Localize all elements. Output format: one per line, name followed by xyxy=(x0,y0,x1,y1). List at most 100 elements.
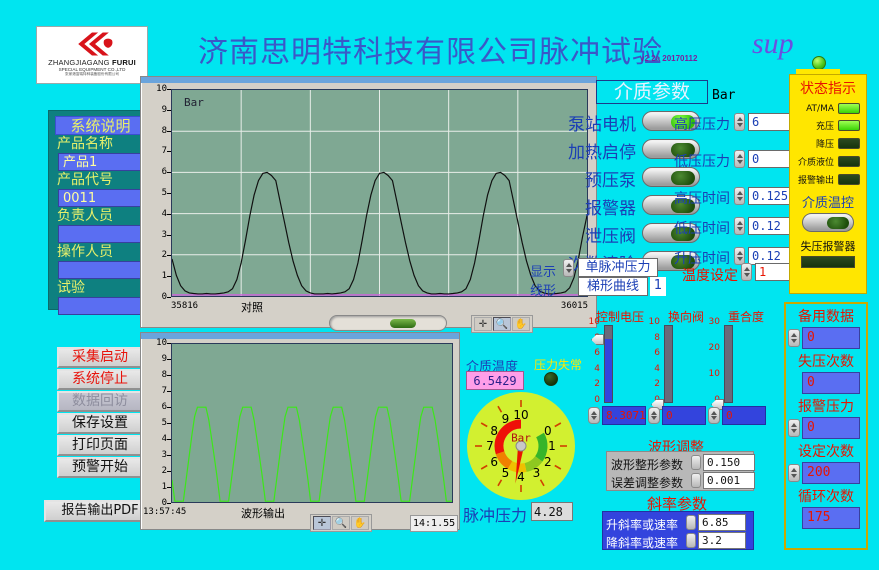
display-mode-label: 显示 xyxy=(530,265,557,280)
start-prealarm-button[interactable]: 预警开始 xyxy=(57,457,143,478)
top-chart-scrollbar[interactable] xyxy=(329,315,447,331)
error-adjust-param-spinner[interactable] xyxy=(691,473,701,488)
counter-value-1[interactable]: 0 xyxy=(802,372,860,394)
status-led-0 xyxy=(838,103,860,114)
slider-value-wrap: 0 xyxy=(708,406,770,426)
wave-adjust-row-shaping: 波形整形参数 0.150 xyxy=(611,454,755,472)
line-shape-combo[interactable]: 梯形曲线 xyxy=(578,277,648,296)
sidebar-field-test: 试验 xyxy=(49,280,152,315)
temp-setting-label: 温度设定 xyxy=(682,268,738,284)
wave-shaping-param-label: 波形整形参数 xyxy=(611,458,684,472)
rise-slope-spinner[interactable] xyxy=(686,515,696,530)
slider-value-1[interactable]: 0 xyxy=(662,406,706,425)
number-spinner-1[interactable] xyxy=(734,150,745,168)
input-product-code[interactable]: 0011 xyxy=(58,189,143,207)
sidebar-field-responsible: 负责人员 xyxy=(49,208,152,243)
counter-value-0[interactable]: 0 xyxy=(802,327,860,349)
bottom-chart-graph-palette[interactable]: ✛ 🔍 ✋ xyxy=(310,514,372,532)
pressure-loss-alarm-led xyxy=(801,256,855,268)
top-chart-x-label: 对照 xyxy=(241,301,263,314)
slider-track-0[interactable] xyxy=(591,325,613,403)
magnifier-icon-2[interactable]: 🔍 xyxy=(332,516,350,530)
counter-spinner-3[interactable] xyxy=(788,464,800,482)
slider-track-2[interactable] xyxy=(711,325,733,410)
slider-spinner-2[interactable] xyxy=(708,407,720,424)
counter-field-wrap: 200 xyxy=(788,462,860,484)
hand-icon-2[interactable]: ✋ xyxy=(351,516,369,530)
bottom-chart-frame: 0 1 2 3 4 5 6 7 8 9 10 13:57:45 波形输出 xyxy=(140,332,460,530)
display-mode-spinner[interactable] xyxy=(563,259,574,277)
gauge-tick: 6 xyxy=(490,454,498,469)
status-led-label: 充压 xyxy=(815,122,834,132)
slider-scale-1: 0246810 xyxy=(644,317,660,405)
fall-slope-input[interactable]: 3.2 xyxy=(698,532,746,549)
slider-tick: 6 xyxy=(654,348,660,359)
counter-spinner-2[interactable] xyxy=(788,419,800,437)
counter-value-3[interactable]: 200 xyxy=(802,462,860,484)
input-product-name[interactable]: 产品1 xyxy=(58,153,143,171)
save-settings-button[interactable]: 保存设置 xyxy=(57,413,143,434)
axis-tick-label: 6 xyxy=(162,167,171,177)
print-page-button[interactable]: 打印页面 xyxy=(57,435,143,456)
number-spinner-3[interactable] xyxy=(734,217,745,235)
logo-company-cn: 张家港富瑞特种装备股份有限公司 xyxy=(65,72,119,76)
top-chart-scroll-thumb[interactable] xyxy=(390,319,417,328)
axis-tick-label: 10 xyxy=(156,338,171,348)
fall-slope-spinner[interactable] xyxy=(686,533,696,548)
slider-spinner-1[interactable] xyxy=(648,407,660,424)
bottom-chart-y-axis: 0 1 2 3 4 5 6 7 8 9 10 xyxy=(145,338,171,508)
display-mode-combo[interactable]: 单脉冲压力 xyxy=(578,258,658,277)
gauge-tick: 2 xyxy=(544,454,552,469)
slider-track-1[interactable] xyxy=(651,325,673,410)
axis-tick-label: 8 xyxy=(162,370,171,380)
number-spinner-2[interactable] xyxy=(734,187,745,205)
logo-company-en: ZHANGJIAGANG FURUI xyxy=(48,58,136,67)
axis-tick-label: 9 xyxy=(162,105,171,115)
wave-shaping-param-input[interactable]: 0.150 xyxy=(703,454,755,471)
media-unit-label: Bar xyxy=(712,88,736,103)
slider-tick: 10 xyxy=(648,317,660,327)
axis-tick-label: 3 xyxy=(162,450,171,460)
counter-value-2[interactable]: 0 xyxy=(802,417,860,439)
status-led-2 xyxy=(838,138,860,149)
slider-value-0[interactable]: 8.3071 xyxy=(602,406,646,425)
number-label: 高压时间 xyxy=(674,191,730,207)
stop-system-button[interactable]: 系统停止 xyxy=(57,369,143,390)
hand-icon[interactable]: ✋ xyxy=(512,317,530,331)
media-panel-title: 介质参数 xyxy=(596,80,708,104)
rise-slope-input[interactable]: 6.85 xyxy=(698,514,746,531)
status-led-label: 介质液位 xyxy=(797,158,834,168)
slider-tick: 2 xyxy=(654,379,660,390)
crosshair-icon[interactable]: ✛ xyxy=(474,317,492,331)
axis-tick-label: 7 xyxy=(162,386,171,396)
start-acquisition-button[interactable]: 采集启动 xyxy=(57,347,143,368)
toggle-label: 报警器 xyxy=(585,199,636,219)
status-led-label: 降压 xyxy=(815,140,834,150)
input-operator[interactable] xyxy=(58,261,143,279)
axis-tick-label: 7 xyxy=(162,146,171,156)
input-responsible-person[interactable] xyxy=(58,225,143,243)
error-adjust-param-input[interactable]: 0.001 xyxy=(703,472,755,489)
input-test[interactable] xyxy=(58,297,143,315)
number-spinner-0[interactable] xyxy=(734,113,745,131)
slider-spinner-0[interactable] xyxy=(588,407,600,424)
slider-title-2: 重合度 xyxy=(727,310,764,324)
axis-tick-label: 5 xyxy=(162,188,171,198)
wave-shaping-param-spinner[interactable] xyxy=(691,455,701,470)
bottom-chart-x-start: 13:57:45 xyxy=(143,507,187,517)
bottom-chart-x-label: 波形输出 xyxy=(241,507,285,520)
line-shape-index: 1 xyxy=(650,277,666,296)
temp-setting-spinner[interactable] xyxy=(741,263,752,281)
data-review-button[interactable]: 数据回访 xyxy=(57,391,143,412)
gauge-tick: 8 xyxy=(490,423,498,438)
status-led-row: 介质液位 xyxy=(792,155,860,168)
slider-value-2[interactable]: 0 xyxy=(722,406,766,425)
counter-value-4[interactable]: 175 xyxy=(802,507,860,529)
crosshair-icon-2[interactable]: ✛ xyxy=(313,516,331,530)
counter-spinner-0[interactable] xyxy=(788,329,800,347)
slope-params-box: 升斜率或速率 6.85 降斜率或速率 3.2 xyxy=(602,511,754,550)
top-chart-graph-palette[interactable]: ✛ 🔍 ✋ xyxy=(471,315,533,333)
magnifier-icon[interactable]: 🔍 xyxy=(493,317,511,331)
media-temp-control-toggle[interactable] xyxy=(802,213,854,232)
top-chart-y-axis: 0 1 2 3 4 5 6 7 8 9 10 xyxy=(145,84,171,302)
